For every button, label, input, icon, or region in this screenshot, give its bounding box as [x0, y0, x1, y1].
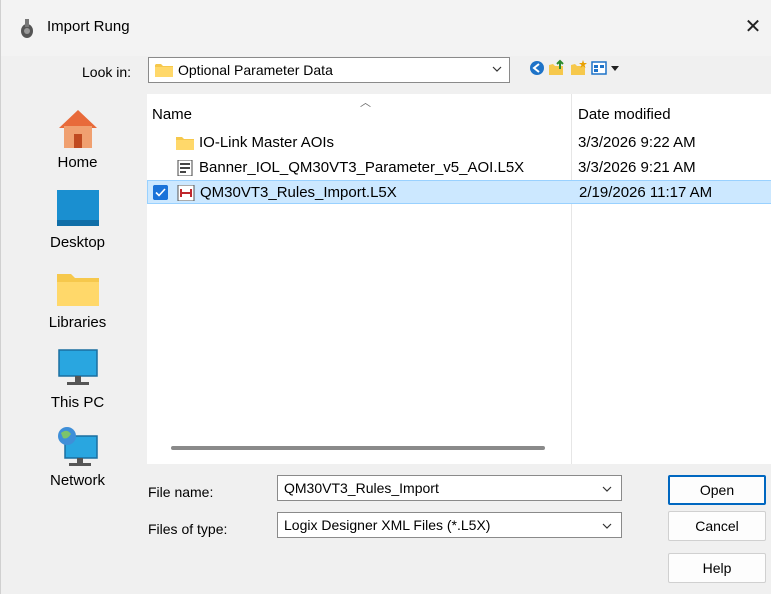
- horizontal-scrollbar[interactable]: [171, 446, 545, 450]
- place-this-pc[interactable]: This PC: [9, 342, 146, 422]
- place-label: Desktop: [49, 234, 106, 251]
- file-name: QM30VT3_Rules_Import.L5X: [200, 184, 397, 201]
- network-icon: [58, 427, 98, 466]
- dialog-title: Import Rung: [47, 18, 130, 35]
- file-list[interactable]: ︿ Name Date modified IO-Link Master AOIs…: [147, 94, 771, 464]
- place-home[interactable]: Home: [9, 102, 146, 182]
- chevron-down-icon[interactable]: [601, 483, 613, 495]
- view-menu-icon[interactable]: [591, 59, 623, 77]
- file-date: 3/3/2026 9:21 AM: [578, 159, 696, 176]
- file-name-value: QM30VT3_Rules_Import: [284, 480, 439, 496]
- file-date: 3/3/2026 9:22 AM: [578, 134, 696, 151]
- file-row[interactable]: Banner_IOL_QM30VT3_Parameter_v5_AOI.L5X …: [147, 156, 771, 180]
- this-pc-icon: [58, 349, 98, 385]
- chevron-down-icon: [492, 66, 502, 72]
- file-row[interactable]: IO-Link Master AOIs 3/3/2026 9:22 AM: [147, 131, 771, 155]
- import-rung-dialog: Import Rung ✕ Look in: Optional Paramete…: [0, 0, 771, 594]
- look-in-value: Optional Parameter Data: [178, 62, 333, 78]
- folder-icon: [176, 137, 194, 150]
- chevron-down-icon: [602, 523, 612, 529]
- checkbox-checked-icon[interactable]: [153, 185, 168, 200]
- place-desktop[interactable]: Desktop: [9, 182, 146, 262]
- help-button[interactable]: Help: [668, 553, 766, 583]
- libraries-icon: [57, 274, 99, 306]
- file-date: 2/19/2026 11:17 AM: [579, 184, 713, 201]
- file-name-label: File name:: [148, 484, 214, 500]
- place-label: Network: [49, 472, 105, 489]
- rung-file-icon: [177, 185, 195, 201]
- cancel-button[interactable]: Cancel: [668, 511, 766, 541]
- open-button[interactable]: Open: [668, 475, 766, 505]
- folder-icon: [155, 64, 173, 77]
- file-type-value: Logix Designer XML Files (*.L5X): [284, 517, 491, 533]
- up-folder-icon[interactable]: [548, 59, 566, 77]
- file-row-selected[interactable]: QM30VT3_Rules_Import.L5X 2/19/2026 11:17…: [147, 180, 771, 204]
- file-name-input[interactable]: QM30VT3_Rules_Import: [277, 475, 622, 501]
- place-network[interactable]: Network: [9, 420, 146, 500]
- place-label: Libraries: [48, 314, 107, 331]
- file-name: IO-Link Master AOIs: [199, 134, 335, 151]
- file-type-dropdown[interactable]: Logix Designer XML Files (*.L5X): [277, 512, 622, 538]
- places-bar: Home Desktop Libraries This PC Network: [9, 94, 146, 572]
- look-in-label: Look in:: [82, 64, 132, 80]
- back-icon[interactable]: [528, 59, 546, 77]
- place-label: This PC: [50, 394, 105, 411]
- sort-ascending-icon: ︿: [360, 97, 371, 109]
- new-folder-icon[interactable]: [570, 59, 588, 77]
- home-icon: [59, 110, 97, 148]
- l5x-file-icon: [177, 160, 193, 176]
- title-bar: Import Rung ✕: [1, 0, 771, 56]
- close-icon: ✕: [744, 16, 762, 38]
- place-libraries[interactable]: Libraries: [9, 262, 146, 342]
- file-name: Banner_IOL_QM30VT3_Parameter_v5_AOI.L5X: [199, 159, 525, 176]
- app-icon: [21, 19, 33, 38]
- file-type-label: Files of type:: [148, 521, 228, 537]
- place-label: Home: [57, 154, 98, 171]
- look-in-dropdown[interactable]: Optional Parameter Data: [148, 57, 510, 83]
- close-button[interactable]: ✕: [736, 10, 770, 44]
- desktop-icon: [57, 190, 99, 226]
